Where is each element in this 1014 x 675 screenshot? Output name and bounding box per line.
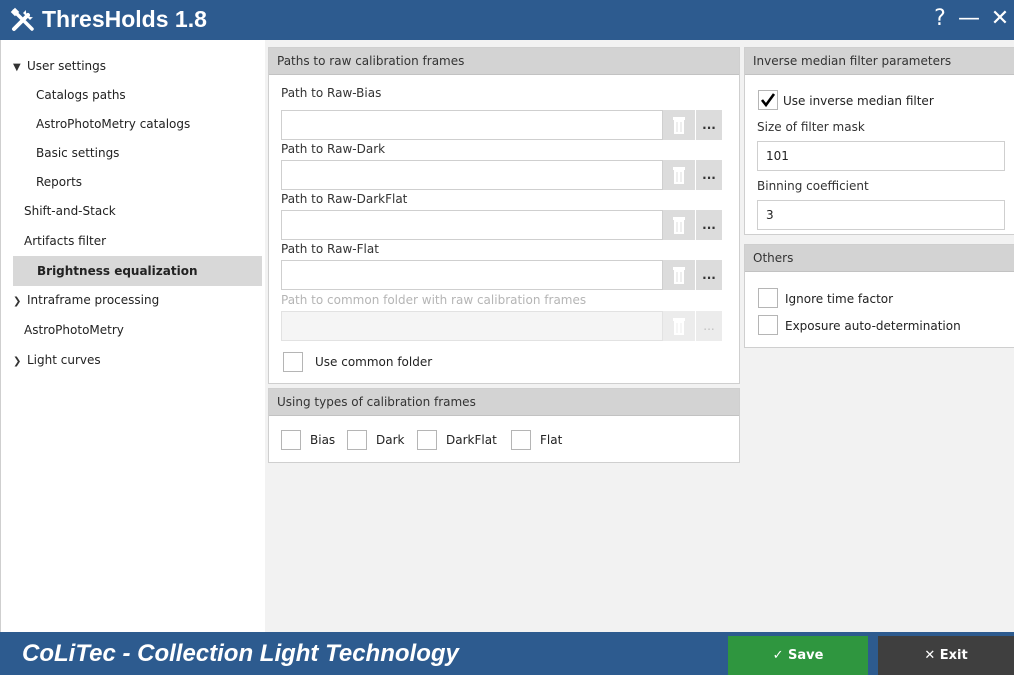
sidebar-item-label: Artifacts filter xyxy=(24,234,107,248)
sidebar: ▼ User settings Catalogs paths AstroPhoto… xyxy=(0,40,265,632)
chevron-down-icon: ▼ xyxy=(13,62,21,73)
paths-panel: Paths to raw calibration frames Path to … xyxy=(268,47,740,384)
exit-button[interactable]: ✕ Exit xyxy=(878,636,1014,675)
bias-label: Bias xyxy=(310,433,336,447)
close-button[interactable]: ✕ xyxy=(987,4,1013,34)
exposure-auto-determination-label: Exposure auto-determination xyxy=(785,319,961,333)
clear-raw-flat-button[interactable] xyxy=(663,260,695,290)
sidebar-item-label: Catalogs paths xyxy=(36,88,126,102)
sidebar-item-label: Basic settings xyxy=(36,146,120,160)
filter-mask-input[interactable] xyxy=(757,141,1005,171)
trash-icon xyxy=(673,318,685,335)
binning-coefficient-label: Binning coefficient xyxy=(757,179,869,193)
sidebar-item-shift-and-stack[interactable]: Shift-and-Stack xyxy=(13,196,262,226)
raw-darkflat-label: Path to Raw-DarkFlat xyxy=(281,192,408,206)
trash-icon xyxy=(673,167,685,184)
brand-label: CoLiTec - Collection Light Technology xyxy=(22,640,459,667)
dark-checkbox[interactable] xyxy=(347,430,367,450)
sidebar-item-intraframe-processing[interactable]: ❯ Intraframe processing xyxy=(13,285,262,315)
sidebar-item-label: Shift-and-Stack xyxy=(24,204,116,218)
sidebar-item-label: Reports xyxy=(36,175,83,189)
common-folder-label: Path to common folder with raw calibrati… xyxy=(281,293,587,307)
exposure-auto-determination-checkbox[interactable] xyxy=(758,315,778,335)
chevron-right-icon: ❯ xyxy=(13,296,22,307)
flat-label: Flat xyxy=(540,433,563,447)
save-label: Save xyxy=(787,648,824,663)
types-panel: Using types of calibration frames Bias D… xyxy=(268,388,740,463)
median-filter-panel-header: Inverse median filter parameters xyxy=(745,48,1014,75)
sidebar-item-light-curves[interactable]: ❯ Light curves xyxy=(13,345,262,375)
darkflat-checkbox[interactable] xyxy=(417,430,437,450)
use-inverse-median-filter-checkbox[interactable] xyxy=(758,90,778,110)
use-common-folder-checkbox[interactable] xyxy=(283,352,303,372)
raw-dark-label: Path to Raw-Dark xyxy=(281,142,386,156)
sidebar-item-basic-settings[interactable]: Basic settings xyxy=(36,138,262,168)
sidebar-item-label: Brightness equalization xyxy=(37,264,198,278)
clear-common-folder-button[interactable] xyxy=(663,311,695,341)
clear-raw-darkflat-button[interactable] xyxy=(663,210,695,240)
paths-panel-header: Paths to raw calibration frames xyxy=(269,48,739,75)
darkflat-label: DarkFlat xyxy=(446,433,497,447)
others-panel: Others Ignore time factor Exposure auto-… xyxy=(744,244,1014,348)
raw-flat-label: Path to Raw-Flat xyxy=(281,242,379,256)
use-inverse-median-filter-label: Use inverse median filter xyxy=(783,94,934,108)
dark-label: Dark xyxy=(376,433,405,447)
raw-bias-input[interactable] xyxy=(281,110,663,140)
filter-mask-label: Size of filter mask xyxy=(757,120,865,134)
browse-raw-flat-button[interactable]: ... xyxy=(696,260,722,290)
trash-icon xyxy=(673,217,685,234)
common-folder-input[interactable] xyxy=(281,311,663,341)
sidebar-item-catalogs-paths[interactable]: Catalogs paths xyxy=(36,80,262,110)
tools-icon xyxy=(10,7,34,31)
exit-label: Exit xyxy=(939,648,968,663)
raw-darkflat-input[interactable] xyxy=(281,210,663,240)
clear-raw-bias-button[interactable] xyxy=(663,110,695,140)
sidebar-item-label: AstroPhotoMetry xyxy=(24,323,124,337)
raw-dark-input[interactable] xyxy=(281,160,663,190)
trash-icon xyxy=(673,267,685,284)
sidebar-item-artifacts-filter[interactable]: Artifacts filter xyxy=(13,226,262,256)
close-icon: ✕ xyxy=(924,648,940,663)
others-panel-header: Others xyxy=(745,245,1014,272)
sidebar-item-label: AstroPhotoMetry catalogs xyxy=(36,117,191,131)
minimize-button[interactable]: — xyxy=(955,4,983,34)
app-title: ThresHolds 1.8 xyxy=(42,6,207,32)
footer: CoLiTec - Collection Light Technology ✓ … xyxy=(0,632,1014,675)
types-panel-header: Using types of calibration frames xyxy=(269,389,739,416)
content-area: Paths to raw calibration frames Path to … xyxy=(265,40,1014,632)
raw-flat-input[interactable] xyxy=(281,260,663,290)
use-common-folder-label: Use common folder xyxy=(315,355,433,369)
browse-raw-bias-button[interactable]: ... xyxy=(696,110,722,140)
ignore-time-factor-checkbox[interactable] xyxy=(758,288,778,308)
raw-bias-label: Path to Raw-Bias xyxy=(281,86,382,100)
clear-raw-dark-button[interactable] xyxy=(663,160,695,190)
title-bar: ThresHolds 1.8 ? — ✕ xyxy=(0,0,1014,40)
sidebar-item-astrophotometry-catalogs[interactable]: AstroPhotoMetry catalogs xyxy=(36,109,262,139)
sidebar-item-user-settings[interactable]: ▼ User settings xyxy=(13,51,262,81)
sidebar-item-brightness-equalization[interactable]: Brightness equalization xyxy=(13,256,262,286)
check-icon: ✓ xyxy=(772,648,788,663)
trash-icon xyxy=(673,117,685,134)
sidebar-item-reports[interactable]: Reports xyxy=(36,167,262,197)
sidebar-item-astrophotometry[interactable]: AstroPhotoMetry xyxy=(13,315,262,345)
binning-coefficient-input[interactable] xyxy=(757,200,1005,230)
browse-raw-dark-button[interactable]: ... xyxy=(696,160,722,190)
bias-checkbox[interactable] xyxy=(281,430,301,450)
chevron-right-icon: ❯ xyxy=(13,356,22,367)
ignore-time-factor-label: Ignore time factor xyxy=(785,292,894,306)
checkmark-icon xyxy=(760,93,776,108)
help-button[interactable]: ? xyxy=(930,4,950,34)
flat-checkbox[interactable] xyxy=(511,430,531,450)
browse-common-folder-button[interactable]: ... xyxy=(696,311,722,341)
save-button[interactable]: ✓ Save xyxy=(728,636,868,675)
median-filter-panel: Inverse median filter parameters Use inv… xyxy=(744,47,1014,235)
browse-raw-darkflat-button[interactable]: ... xyxy=(696,210,722,240)
